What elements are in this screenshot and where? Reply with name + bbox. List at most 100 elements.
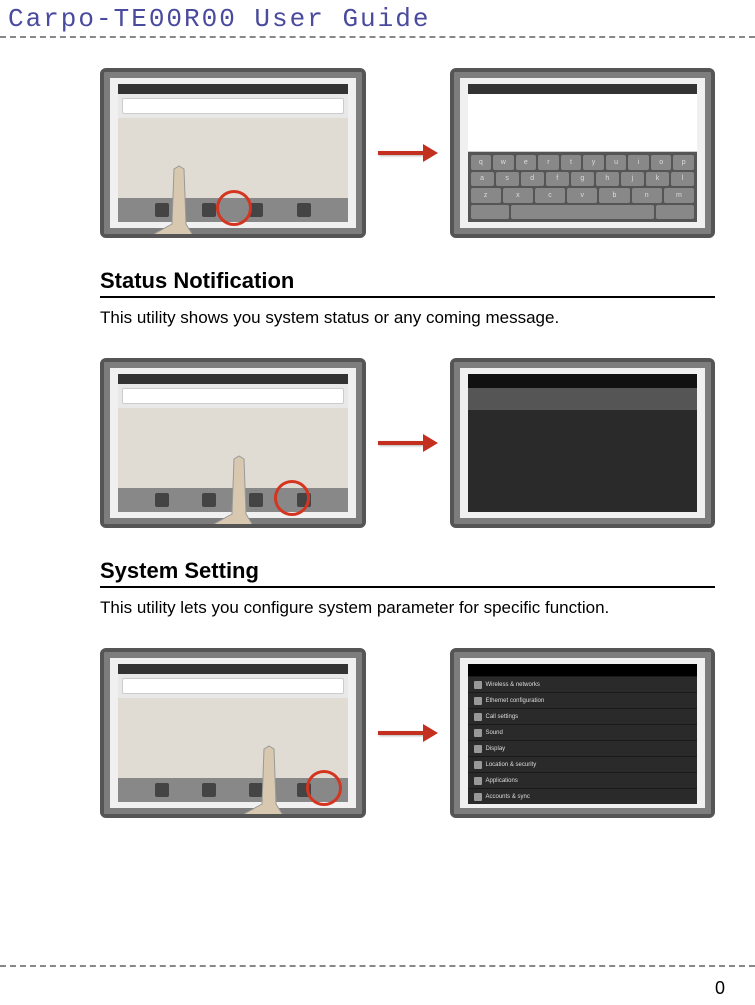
figure-keyboard: qwertyuiop asdfghjkl zxcvbnm (100, 68, 715, 238)
text-input-area (468, 94, 698, 152)
settings-item-label: Sound (486, 730, 503, 736)
key-q: q (471, 155, 492, 170)
settings-list: Wireless & networks Ethernet configuratio… (468, 664, 698, 804)
settings-item-icon (474, 729, 482, 737)
highlight-circle (216, 190, 252, 226)
tablet-screen-right-notification (450, 358, 716, 528)
arrow-icon (378, 434, 438, 452)
settings-item-icon (474, 745, 482, 753)
key-row-4 (471, 205, 695, 220)
key-h: h (596, 172, 619, 187)
dock-icon (155, 783, 169, 797)
settings-item-icon (474, 777, 482, 785)
key-enter (656, 205, 694, 220)
key-r: r (538, 155, 559, 170)
key-o: o (651, 155, 672, 170)
settings-item: Location & security (468, 757, 698, 772)
key-e: e (516, 155, 537, 170)
page-header-title: Carpo-TE00R00 User Guide (0, 0, 755, 36)
key-b: b (599, 188, 629, 203)
settings-item-icon (474, 681, 482, 689)
arrow-icon (378, 144, 438, 162)
settings-item-label: Accounts & sync (486, 794, 530, 800)
key-row-2: asdfghjkl (471, 172, 695, 187)
key-d: d (521, 172, 544, 187)
onscreen-keyboard: qwertyuiop asdfghjkl zxcvbnm (468, 152, 698, 222)
key-l: l (671, 172, 694, 187)
dock-icon (297, 203, 311, 217)
settings-item: Display (468, 741, 698, 756)
settings-item-icon (474, 761, 482, 769)
key-k: k (646, 172, 669, 187)
tablet-screen-left-1 (100, 68, 366, 238)
key-x: x (503, 188, 533, 203)
tablet-addressbar (122, 98, 344, 114)
tablet-screen-left-2 (100, 358, 366, 528)
settings-item-icon (474, 697, 482, 705)
tablet-addressbar (122, 678, 344, 694)
key-c: c (535, 188, 565, 203)
tablet-statusbar (468, 84, 698, 94)
key-t: t (561, 155, 582, 170)
dock-icon (202, 783, 216, 797)
settings-item-label: Call settings (486, 714, 519, 720)
settings-item-label: Ethernet configuration (486, 698, 545, 704)
key-p: p (673, 155, 694, 170)
key-u: u (606, 155, 627, 170)
settings-item-icon (474, 713, 482, 721)
notif-body (468, 388, 698, 410)
key-space (511, 205, 654, 220)
settings-header (468, 664, 698, 676)
key-a: a (471, 172, 494, 187)
section-rule (100, 296, 715, 298)
key-s: s (496, 172, 519, 187)
settings-item: Ethernet configuration (468, 693, 698, 708)
tablet-screen-left-3 (100, 648, 366, 818)
figure-notification (100, 358, 715, 528)
header-divider (0, 36, 755, 38)
section-text-setting: This utility lets you configure system p… (100, 598, 715, 618)
tablet-addressbar (122, 388, 344, 404)
key-v: v (567, 188, 597, 203)
settings-item: Accounts & sync (468, 789, 698, 804)
settings-item-label: Location & security (486, 762, 537, 768)
tablet-screen-right-settings: Wireless & networks Ethernet configuratio… (450, 648, 716, 818)
key-j: j (621, 172, 644, 187)
settings-item-label: Display (486, 746, 506, 752)
footer-divider (0, 965, 755, 967)
page-number: 0 (715, 978, 725, 999)
key-z: z (471, 188, 501, 203)
settings-item-label: Applications (486, 778, 518, 784)
key-n: n (632, 188, 662, 203)
key-w: w (493, 155, 514, 170)
tablet-statusbar (118, 374, 348, 384)
key-row-1: qwertyuiop (471, 155, 695, 170)
page-content: qwertyuiop asdfghjkl zxcvbnm Status Noti… (0, 68, 755, 818)
settings-item: Applications (468, 773, 698, 788)
settings-item-icon (474, 793, 482, 801)
key-modifier (471, 205, 509, 220)
settings-item: Wireless & networks (468, 677, 698, 692)
highlight-circle (274, 480, 310, 516)
tablet-statusbar (118, 664, 348, 674)
section-rule (100, 586, 715, 588)
tablet-statusbar (118, 84, 348, 94)
dock-icon (155, 493, 169, 507)
settings-item-label: Wireless & networks (486, 682, 540, 688)
figure-settings: Wireless & networks Ethernet configuratio… (100, 648, 715, 818)
hand-icon (204, 454, 284, 528)
section-title-setting: System Setting (100, 558, 715, 584)
highlight-circle (306, 770, 342, 806)
section-text-status: This utility shows you system status or … (100, 308, 715, 328)
section-title-status: Status Notification (100, 268, 715, 294)
key-f: f (546, 172, 569, 187)
hand-icon (144, 164, 224, 238)
key-row-3: zxcvbnm (471, 188, 695, 203)
notification-panel (468, 374, 698, 512)
notif-header (468, 374, 698, 388)
key-y: y (583, 155, 604, 170)
key-m: m (664, 188, 694, 203)
settings-item: Call settings (468, 709, 698, 724)
settings-item: Sound (468, 725, 698, 740)
tablet-screen-right-keyboard: qwertyuiop asdfghjkl zxcvbnm (450, 68, 716, 238)
